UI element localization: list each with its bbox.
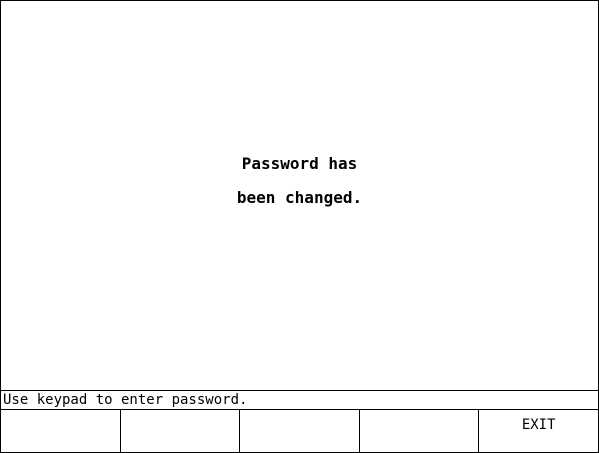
softkey-1[interactable] (1, 410, 121, 452)
softkey-4[interactable] (360, 410, 480, 452)
softkey-bar: EXIT (1, 410, 598, 452)
exit-button[interactable]: EXIT (479, 410, 598, 452)
device-screen: Password has been changed. Use keypad to… (0, 0, 599, 453)
confirmation-message: Password has been changed. (1, 147, 598, 215)
softkey-3[interactable] (240, 410, 360, 452)
message-line-2: been changed. (236, 188, 363, 207)
message-line-1: Password has (241, 154, 358, 173)
status-bar: Use keypad to enter password. (1, 390, 598, 410)
softkey-2[interactable] (121, 410, 241, 452)
